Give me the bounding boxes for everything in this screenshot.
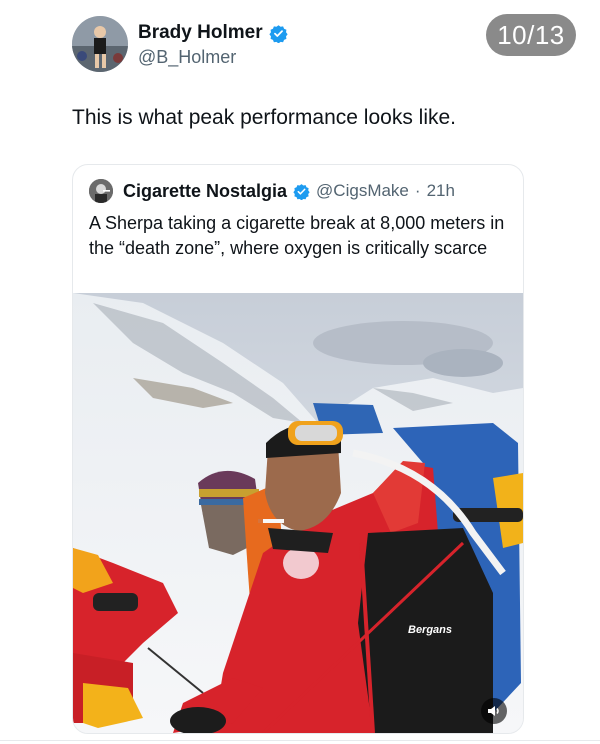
quoted-tweet-photo[interactable]: Bergans: [73, 293, 523, 733]
verified-badge-icon: [269, 24, 288, 43]
quoted-tweet-text: A Sherpa taking a cigarette break at 8,0…: [89, 213, 505, 258]
author-handle[interactable]: @B_Holmer: [138, 47, 288, 68]
author-name[interactable]: Brady Holmer: [138, 22, 263, 44]
cigarette-avatar-icon: [89, 179, 113, 203]
separator-dot: ·: [414, 181, 421, 200]
tweet-text: This is what peak performance looks like…: [72, 106, 456, 129]
author-avatar[interactable]: [72, 16, 128, 72]
quoted-tweet-card[interactable]: Cigarette Nostalgia @CigsMake · 21h A Sher…: [72, 164, 524, 734]
quoted-tweet-time[interactable]: 21h: [427, 181, 455, 201]
backpack-brand-label: Bergans: [408, 624, 452, 636]
author-block: Brady Holmer @B_Holmer: [138, 22, 288, 68]
verified-badge-icon: [293, 183, 310, 200]
sound-toggle-button[interactable]: [481, 698, 507, 724]
divider: [0, 740, 600, 741]
quoted-tweet-header: Cigarette Nostalgia @CigsMake · 21h: [89, 179, 455, 203]
quoted-author-avatar[interactable]: [89, 179, 113, 203]
image-pager-badge: 10/13: [486, 14, 576, 56]
quoted-author-name[interactable]: Cigarette Nostalgia: [123, 181, 287, 202]
quoted-author-handle[interactable]: @CigsMake: [316, 181, 409, 201]
runner-avatar-icon: [72, 16, 128, 72]
sherpa-mountain-photo: Bergans: [73, 293, 523, 733]
speaker-icon: [488, 706, 499, 716]
